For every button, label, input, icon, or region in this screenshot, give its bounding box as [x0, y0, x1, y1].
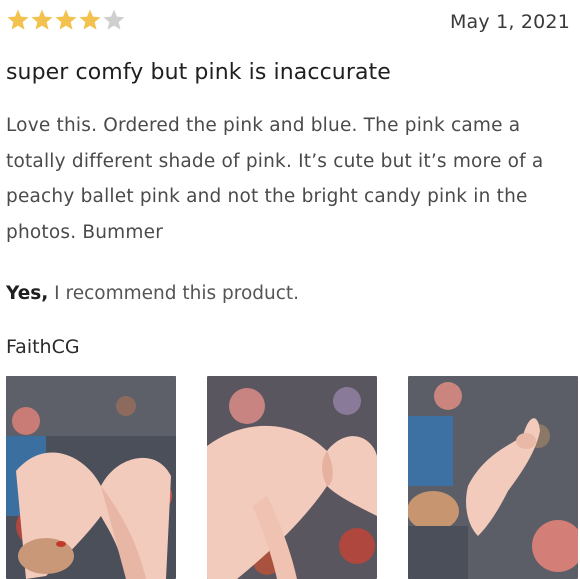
review-card: May 1, 2021 super comfy but pink is inac… [0, 0, 580, 579]
recommend-text: I recommend this product. [48, 283, 300, 304]
star-icon [78, 8, 102, 32]
review-title: super comfy but pink is inaccurate [6, 60, 391, 85]
review-author: FaithCG [6, 336, 80, 358]
review-date: May 1, 2021 [449, 11, 570, 33]
star-icon [6, 8, 30, 32]
review-photo[interactable] [408, 376, 578, 579]
star-icon [54, 8, 78, 32]
review-photo[interactable] [6, 376, 176, 579]
recommend-yes: Yes, [6, 283, 49, 304]
review-body: Love this. Ordered the pink and blue. Th… [6, 115, 544, 243]
review-photo[interactable] [207, 376, 377, 579]
star-empty-icon [102, 8, 126, 32]
star-rating [6, 8, 126, 32]
review-header: May 1, 2021 [6, 8, 574, 40]
recommendation: Yes, I recommend this product. [6, 283, 299, 304]
review-photos [6, 376, 578, 579]
star-icon [30, 8, 54, 32]
